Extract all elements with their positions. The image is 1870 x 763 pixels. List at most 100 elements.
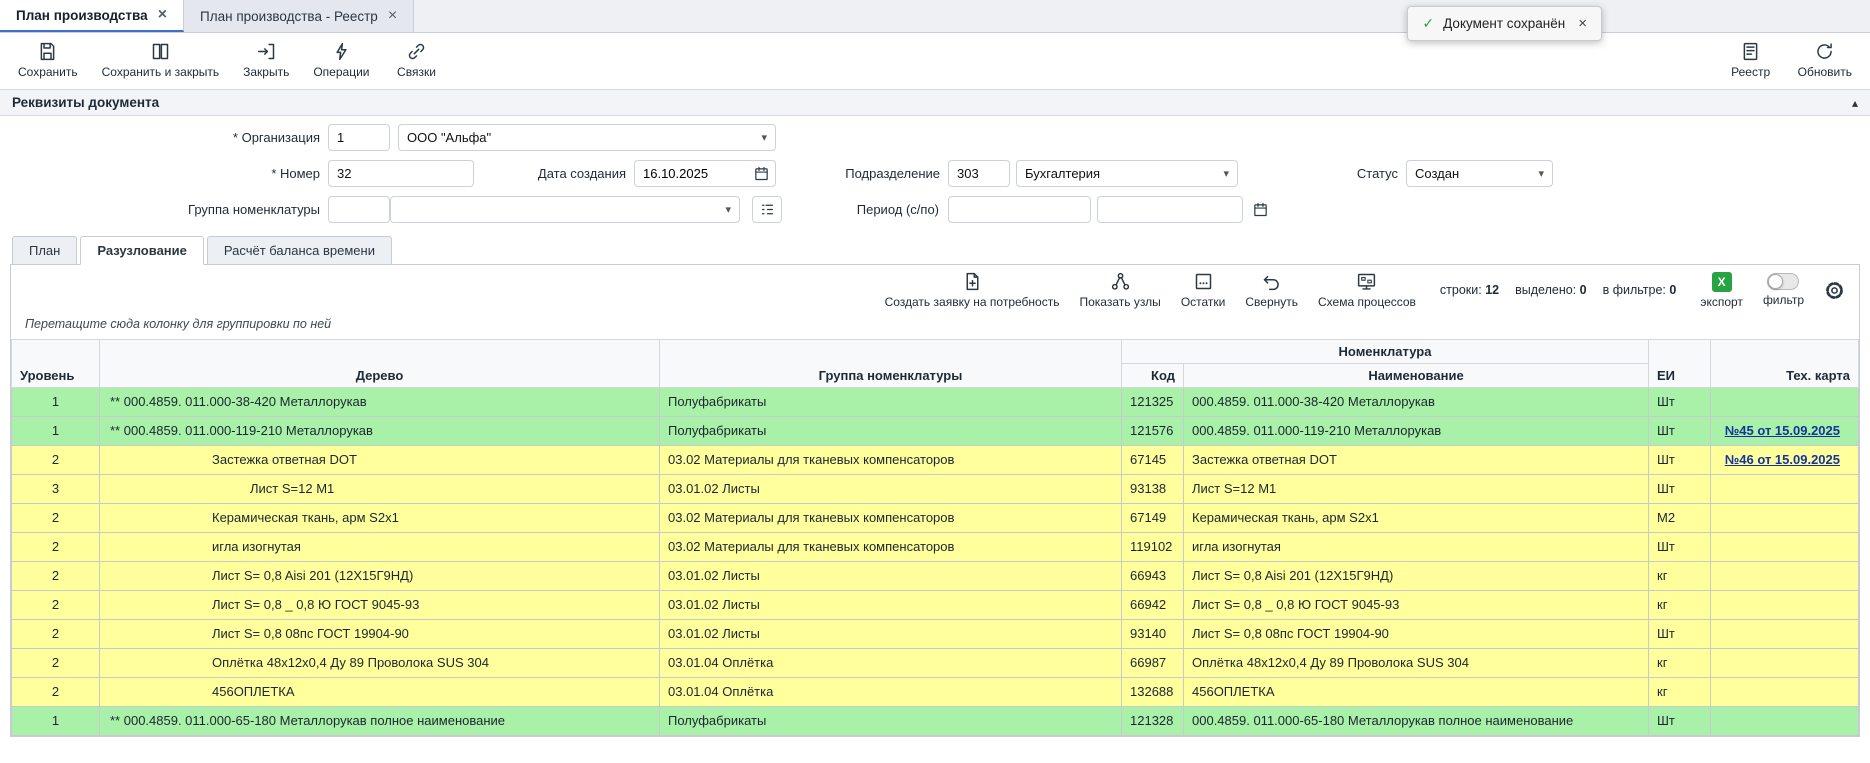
cell-name: Лист S= 0,8 Aisi 201 (12Х15Г9НД) [1184, 562, 1649, 591]
nomenclature-group-code-field[interactable] [328, 196, 390, 223]
tab-close-icon[interactable]: × [158, 7, 167, 23]
cell-code: 66943 [1122, 562, 1184, 591]
cell-code: 93140 [1122, 620, 1184, 649]
cell-name: 456ОПЛЕТКА [1184, 678, 1649, 707]
settings-gear-button[interactable] [1824, 280, 1845, 301]
cell-name: Лист S= 0,8 08пс ГОСТ 19904-90 [1184, 620, 1649, 649]
cell-unit: Шт [1649, 707, 1711, 736]
table-row[interactable]: 2Оплётка 48х12х0,4 Ду 89 Проволока SUS 3… [12, 649, 1859, 678]
cell-unit: кг [1649, 591, 1711, 620]
table-row[interactable]: 2Керамическая ткань, арм S2х103.02 Матер… [12, 504, 1859, 533]
table-row[interactable]: 1** 000.4859. 011.000-119-210 Металлорук… [12, 417, 1859, 446]
tab-explosion[interactable]: Разузлование [80, 236, 204, 265]
header-nomenclature[interactable]: Номенклатура [1122, 340, 1649, 364]
cell-unit: Шт [1649, 475, 1711, 504]
period-from-field[interactable] [948, 196, 1091, 223]
links-button[interactable]: Связки [385, 39, 447, 81]
header-level[interactable]: Уровень [12, 340, 100, 388]
division-code-field[interactable] [948, 160, 1010, 187]
period-to-field[interactable] [1097, 196, 1243, 223]
table-row[interactable]: 2Лист S= 0,8 _ 0,8 Ю ГОСТ 9045-9303.01.0… [12, 591, 1859, 620]
cell-tree: Лист S= 0,8 08пс ГОСТ 19904-90 [100, 620, 660, 649]
close-button[interactable]: Закрыть [235, 39, 297, 81]
toggle-knob [1768, 274, 1783, 289]
cell-name: Оплётка 48х12х0,4 Ду 89 Проволока SUS 30… [1184, 649, 1649, 678]
tech-card-link[interactable]: №45 от 15.09.2025 [1725, 423, 1840, 438]
table-row[interactable]: 2Застежка ответная DOT03.02 Материалы дл… [12, 446, 1859, 475]
cell-level: 1 [12, 388, 100, 417]
header-group[interactable]: Группа номенклатуры [660, 340, 1122, 388]
cell-level: 2 [12, 678, 100, 707]
tab-production-plan[interactable]: План производства × [0, 0, 184, 32]
cell-code: 132688 [1122, 678, 1184, 707]
header-name[interactable]: Наименование [1184, 364, 1649, 388]
organization-select[interactable]: ООО "Альфа" ▾ [398, 124, 776, 151]
status-select[interactable]: Создан ▾ [1406, 160, 1553, 187]
table-row[interactable]: 1** 000.4859. 011.000-38-420 Металлорука… [12, 388, 1859, 417]
cell-level: 3 [12, 475, 100, 504]
process-scheme-button[interactable]: Схема процессов [1318, 271, 1416, 309]
toast-close-icon[interactable]: × [1578, 15, 1587, 32]
cell-tree: Оплётка 48х12х0,4 Ду 89 Проволока SUS 30… [100, 649, 660, 678]
export-excel-button[interactable]: X экспорт [1700, 272, 1743, 309]
registry-list-icon [1740, 41, 1761, 62]
table-row[interactable]: 2игла изогнутая03.02 Материалы для ткане… [12, 533, 1859, 562]
table-row[interactable]: 3Лист S=12 М103.01.02 Листы93138Лист S=1… [12, 475, 1859, 504]
tab-close-icon[interactable]: × [388, 8, 397, 24]
tab-plan[interactable]: План [12, 236, 77, 264]
table-row[interactable]: 2Лист S= 0,8 08пс ГОСТ 19904-9003.01.02 … [12, 620, 1859, 649]
chain-link-icon [406, 41, 427, 62]
exit-door-icon [256, 41, 277, 62]
cell-tech-card: №46 от 15.09.2025 [1711, 446, 1859, 475]
cell-tech-card [1711, 591, 1859, 620]
filter-toggle[interactable]: фильтр [1763, 273, 1804, 307]
table-body: 1** 000.4859. 011.000-38-420 Металлорука… [12, 388, 1859, 736]
row-counters: строки: 12 выделено: 0 в фильтре: 0 [1440, 283, 1676, 297]
show-nodes-button[interactable]: Показать узлы [1079, 271, 1160, 309]
cell-level: 2 [12, 446, 100, 475]
nomenclature-group-label: Группа номенклатуры [60, 196, 320, 223]
period-label: Период (с/по) [760, 196, 939, 223]
save-close-icon [150, 41, 171, 62]
table-row[interactable]: 2456ОПЛЕТКА03.01.04 Оплётка132688456ОПЛЕ… [12, 678, 1859, 707]
group-by-hint[interactable]: Перетащите сюда колонку для группировки … [11, 313, 1859, 339]
cell-tech-card [1711, 475, 1859, 504]
cell-code: 67145 [1122, 446, 1184, 475]
save-button[interactable]: Сохранить [10, 39, 86, 81]
header-unit[interactable]: ЕИ [1649, 340, 1711, 388]
stocks-button[interactable]: Остатки [1181, 271, 1226, 309]
cell-code: 121576 [1122, 417, 1184, 446]
creation-date-wrap [634, 160, 776, 187]
header-tree[interactable]: Дерево [100, 340, 660, 388]
cell-tree: Лист S= 0,8 _ 0,8 Ю ГОСТ 9045-93 [100, 591, 660, 620]
tab-label: План производства - Реестр [200, 9, 378, 24]
collapse-icon[interactable]: ▴ [1852, 96, 1858, 110]
tab-production-plan-registry[interactable]: План производства - Реестр × [184, 0, 414, 32]
cell-level: 2 [12, 562, 100, 591]
cell-group: 03.02 Материалы для тканевых компенсатор… [660, 533, 1122, 562]
header-code[interactable]: Код [1122, 364, 1184, 388]
cell-name: 000.4859. 011.000-65-180 Металлорукав по… [1184, 707, 1649, 736]
cell-tree: игла изогнутая [100, 533, 660, 562]
cell-group: 03.02 Материалы для тканевых компенсатор… [660, 446, 1122, 475]
save-and-close-button[interactable]: Сохранить и закрыть [94, 39, 227, 81]
collapse-rows-button[interactable]: Свернуть [1245, 271, 1298, 309]
chevron-down-icon: ▾ [1538, 167, 1544, 180]
organization-code-field[interactable] [328, 124, 390, 151]
nomenclature-group-select[interactable]: ▾ [390, 196, 740, 223]
operations-button[interactable]: Операции [305, 39, 377, 81]
registry-button[interactable]: Реестр [1720, 39, 1782, 81]
table-row[interactable]: 2Лист S= 0,8 Aisi 201 (12Х15Г9НД)03.01.0… [12, 562, 1859, 591]
period-calendar-button[interactable] [1252, 196, 1276, 223]
save-icon [37, 41, 58, 62]
header-tech-card[interactable]: Тех. карта [1711, 340, 1859, 388]
table-row[interactable]: 1** 000.4859. 011.000-65-180 Металлорука… [12, 707, 1859, 736]
tab-time-balance[interactable]: Расчёт баланса времени [207, 236, 392, 264]
create-request-button[interactable]: Создать заявку на потребность [885, 271, 1060, 309]
cell-code: 67149 [1122, 504, 1184, 533]
division-select[interactable]: Бухгалтерия ▾ [1016, 160, 1238, 187]
tech-card-link[interactable]: №46 от 15.09.2025 [1725, 452, 1840, 467]
refresh-button[interactable]: Обновить [1790, 39, 1860, 81]
document-form: * Организация ООО "Альфа" ▾ * Номер Дата… [0, 116, 1870, 228]
cell-tree: Лист S= 0,8 Aisi 201 (12Х15Г9НД) [100, 562, 660, 591]
